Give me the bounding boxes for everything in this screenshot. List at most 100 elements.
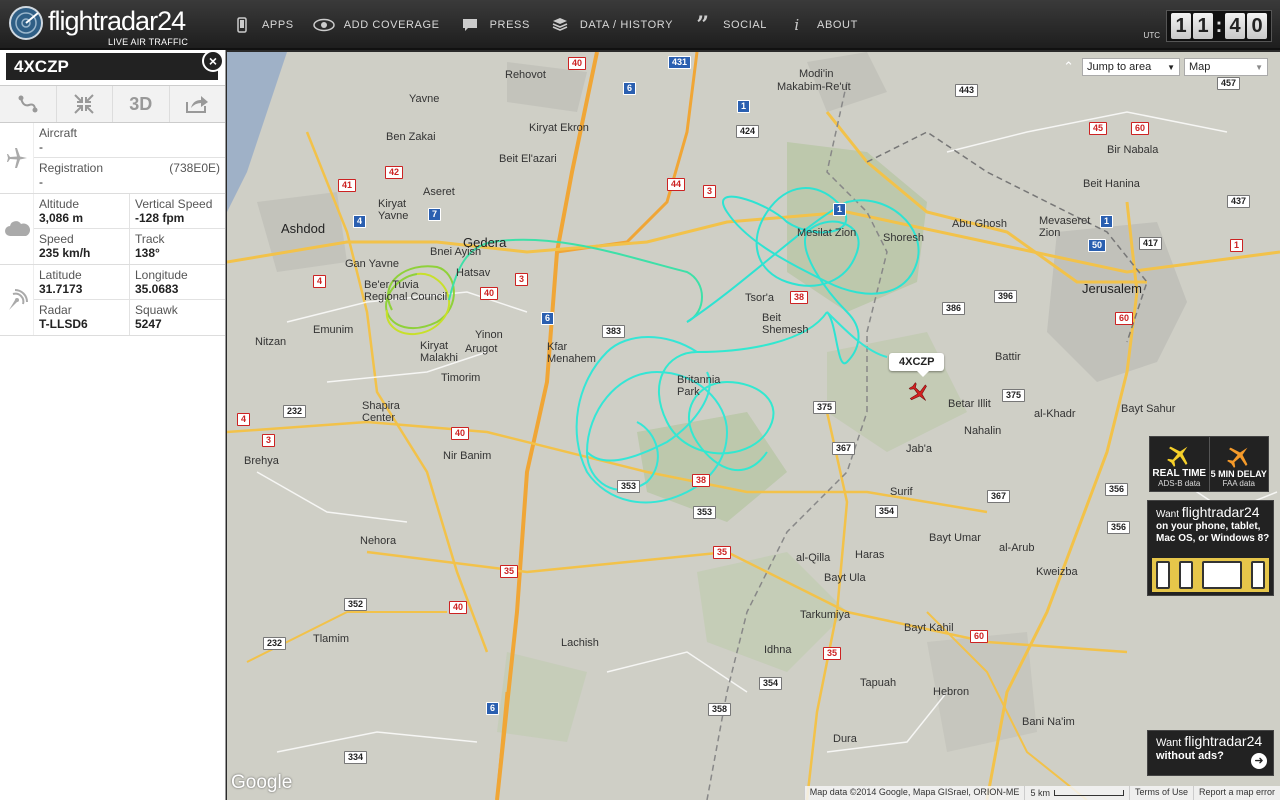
road-shield: 457 <box>1217 77 1241 90</box>
realtime-title: REAL TIME <box>1152 468 1207 479</box>
vertical-speed-label: Vertical Speed <box>135 197 213 211</box>
jump-to-area-select[interactable]: Jump to area ▼ <box>1082 58 1180 76</box>
arrow-right-icon: ➜ <box>1251 753 1267 769</box>
panel-header: 4XCZP <box>0 50 225 85</box>
dropdown-arrow-icon: ▼ <box>1255 62 1263 72</box>
map-data-credit: Map data ©2014 Google, Mapa GISrael, ORI… <box>803 786 1025 800</box>
road-shield: 41 <box>338 179 357 192</box>
place-haras: Haras <box>855 549 885 561</box>
place-ben-zakai: Ben Zakai <box>386 131 436 143</box>
place-kfar-menahem: Kfar Menahem <box>547 341 596 365</box>
eye-icon <box>312 17 336 33</box>
dropdown-arrow-icon: ▼ <box>1167 62 1175 72</box>
road-shield: 35 <box>713 546 732 559</box>
collapse-controls-icon[interactable]: ⌃ <box>1063 59 1074 75</box>
map-controls: ⌃ Jump to area ▼ Map ▼ <box>1063 58 1268 76</box>
place-dura: Dura <box>833 733 857 745</box>
radar-logo-icon <box>9 6 43 40</box>
place-kiryat-yavne: Kiryat Yavne <box>378 198 409 222</box>
place-beit-shemesh: Beit Shemesh <box>762 312 809 336</box>
place-idhna: Idhna <box>764 644 792 656</box>
road-shield: 4 <box>353 215 367 228</box>
flight-info-panel: 4XCZP × 3D Aircraft - Registration (738E… <box>0 50 226 800</box>
nav-about[interactable]: i ABOUT <box>783 0 874 50</box>
app-promo-text: on your phone, tablet, Mac OS, or Window… <box>1156 521 1270 544</box>
app-promo-want: Want <box>1156 509 1179 520</box>
map-type-select[interactable]: Map ▼ <box>1184 58 1268 76</box>
road-shield: 352 <box>344 598 368 611</box>
road-shield: 6 <box>623 82 637 95</box>
road-shield: 353 <box>617 480 641 493</box>
logo[interactable]: flightradar24 LIVE AIR TRAFFIC <box>8 4 198 48</box>
jump-to-area-value: Jump to area <box>1087 61 1152 73</box>
road-shield: 1 <box>1100 215 1114 228</box>
place-yinon: Yinon <box>475 329 503 341</box>
panel-toolbar: 3D <box>0 85 225 123</box>
place-rehovot: Rehovot <box>505 69 546 81</box>
road-shield: 354 <box>875 505 899 518</box>
radar-label: Radar <box>39 303 72 317</box>
place-modiin: Modi'in <box>799 68 834 80</box>
view-3d-button[interactable]: 3D <box>113 86 170 122</box>
no-ads-banner[interactable]: Want flightradar24 without ads? ➜ <box>1147 730 1274 776</box>
route-button[interactable] <box>0 86 57 122</box>
clock-digits: 1 1 : 4 0 <box>1166 10 1272 42</box>
app-promo-banner[interactable]: Want flightradar24 on your phone, tablet… <box>1147 500 1274 596</box>
report-error-link[interactable]: Report a map error <box>1192 786 1280 800</box>
antenna-icon <box>0 265 34 335</box>
data-source-promo[interactable]: REAL TIME ADS-B data 5 MIN DELAY FAA dat… <box>1149 436 1269 492</box>
place-timorim: Timorim <box>441 372 481 384</box>
road-shield: 38 <box>692 474 711 487</box>
aircraft-marker-icon[interactable] <box>908 382 930 404</box>
realtime-option[interactable]: REAL TIME ADS-B data <box>1150 437 1210 491</box>
nav-add-coverage[interactable]: ADD COVERAGE <box>310 0 456 50</box>
longitude-value: 35.0683 <box>135 282 179 296</box>
place-battir: Battir <box>995 351 1021 363</box>
place-beit-hanina: Beit Hanina <box>1083 178 1140 190</box>
place-ashdod: Ashdod <box>281 221 326 236</box>
place-tlamim: Tlamim <box>313 633 350 645</box>
database-icon <box>548 17 572 33</box>
road-shield: 4 <box>237 413 251 426</box>
radar-value: T-LLSD6 <box>39 317 88 331</box>
delay-option[interactable]: 5 MIN DELAY FAA data <box>1210 437 1269 491</box>
close-panel-button[interactable]: × <box>202 50 224 72</box>
share-button[interactable] <box>170 86 226 122</box>
speed-label: Speed <box>39 232 74 246</box>
place-jerusalem: Jerusalem <box>1082 281 1142 296</box>
app-promo-brand: flightradar24 <box>1181 504 1260 520</box>
coordinates-row: Latitude 31.7173 Longitude 35.0683 <box>34 265 225 300</box>
shrink-button[interactable] <box>57 86 113 122</box>
place-mevaseret: Mevaseret Zion <box>1039 215 1091 239</box>
nav-data-history[interactable]: DATA / HISTORY <box>546 0 689 50</box>
place-surif: Surif <box>890 486 913 498</box>
road-shield: 1 <box>833 203 847 216</box>
nav-press[interactable]: PRESS <box>456 0 546 50</box>
quote-icon: ” <box>696 12 710 38</box>
terms-link[interactable]: Terms of Use <box>1128 786 1193 800</box>
speed-value: 235 km/h <box>39 246 91 260</box>
road-shield: 375 <box>1002 389 1026 402</box>
road-shield: 367 <box>987 490 1011 503</box>
road-shield: 35 <box>500 565 519 578</box>
road-shield: 1 <box>737 100 751 113</box>
google-logo: Google <box>231 772 293 793</box>
squawk-value: 5247 <box>135 317 162 331</box>
map-canvas[interactable]: Rehovot Modi'in Makabim-Re'ut Yavne Ashd… <box>227 52 1280 800</box>
flight-marker-label[interactable]: 4XCZP <box>889 353 945 377</box>
top-bar: flightradar24 LIVE AIR TRAFFIC APPS ADD … <box>0 0 1280 50</box>
place-al-khadr: al-Khadr <box>1034 408 1076 420</box>
nav-about-label: ABOUT <box>817 19 858 31</box>
aircraft-group: Aircraft - Registration (738E0E) - <box>0 123 225 194</box>
road-shield: 356 <box>1107 521 1131 534</box>
nav-apps[interactable]: APPS <box>228 0 310 50</box>
altitude-row: Altitude 3,086 m Vertical Speed -128 fpm <box>34 194 225 229</box>
route-icon <box>18 95 38 113</box>
place-mesilat-zion: Mesilat Zion <box>797 227 857 239</box>
clock-colon: : <box>1215 14 1223 37</box>
road-shield: 232 <box>283 405 307 418</box>
nav-social[interactable]: ” SOCIAL <box>689 0 783 50</box>
place-bayt-kahil: Bayt Kahil <box>904 622 954 634</box>
road-shield: 60 <box>970 630 989 643</box>
place-gan-yavne: Gan Yavne <box>345 258 400 270</box>
